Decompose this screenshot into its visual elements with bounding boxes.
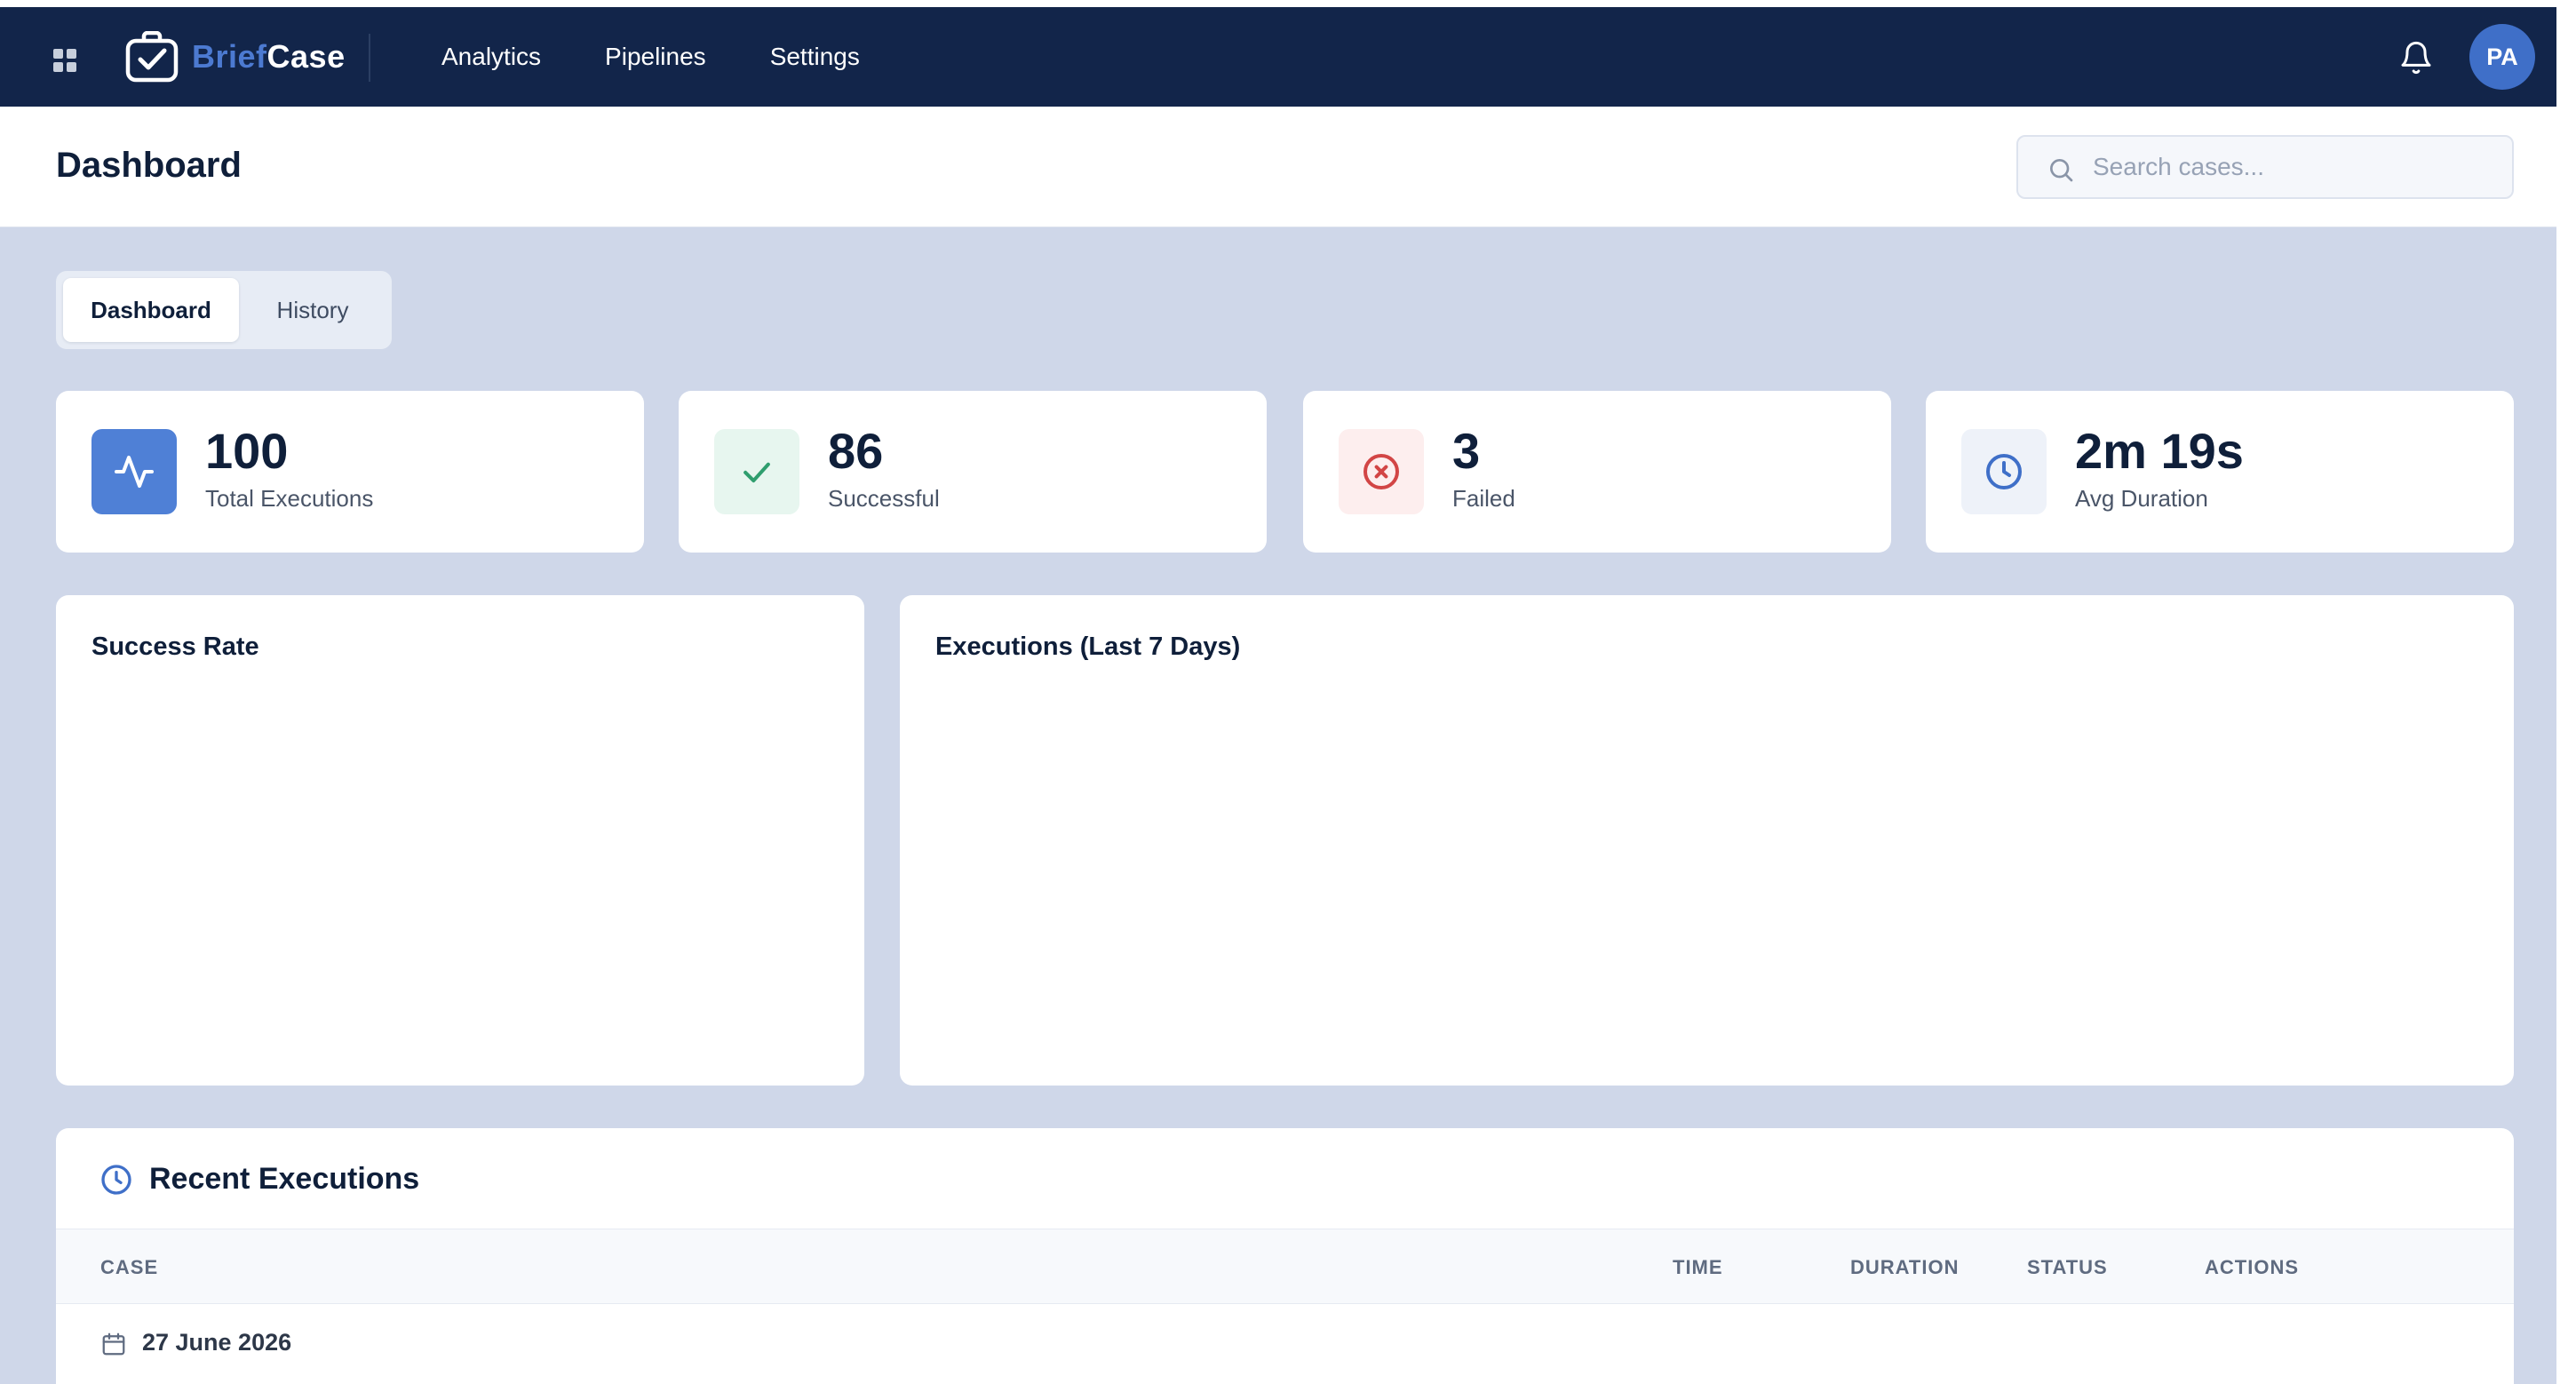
stat-label: Failed — [1452, 485, 1515, 512]
column-time[interactable]: TIME — [1673, 1256, 1723, 1279]
column-status[interactable]: STATUS — [2027, 1256, 2108, 1279]
apps-grid-icon[interactable] — [53, 49, 76, 72]
recent-header: Recent Executions — [56, 1128, 2514, 1229]
window-top-edge — [0, 0, 2576, 7]
x-circle-icon — [1339, 429, 1424, 514]
stat-value: 100 — [205, 423, 289, 479]
top-nav: BriefCase Analytics Pipelines Settings P… — [0, 7, 2572, 107]
column-duration[interactable]: DURATION — [1850, 1256, 1959, 1279]
view-tabs: Dashboard History — [56, 271, 392, 349]
nav-divider — [369, 34, 370, 82]
stat-card-total: 100 Total Executions — [56, 391, 644, 553]
tab-dashboard[interactable]: Dashboard — [63, 278, 239, 342]
stat-card-avg-duration: 2m 19s Avg Duration — [1926, 391, 2514, 553]
success-rate-panel: Success Rate — [56, 595, 864, 1086]
nav-analytics[interactable]: Analytics — [441, 43, 541, 71]
search-box[interactable] — [2016, 135, 2514, 199]
brand-name: BriefCase — [192, 38, 346, 75]
stat-label: Successful — [828, 485, 940, 512]
stat-card-failed: 3 Failed — [1303, 391, 1891, 553]
page-header: Dashboard — [0, 107, 2572, 227]
bell-icon[interactable] — [2398, 39, 2434, 81]
check-icon — [714, 429, 799, 514]
nav-links: Analytics Pipelines Settings — [441, 7, 860, 107]
search-input[interactable] — [2093, 137, 2501, 197]
stat-label: Total Executions — [205, 485, 374, 512]
window-right-edge — [2556, 0, 2576, 1384]
tab-history[interactable]: History — [246, 278, 379, 342]
clock-icon — [101, 1165, 131, 1195]
nav-pipelines[interactable]: Pipelines — [605, 43, 706, 71]
recent-executions: Recent Executions CASE TIME DURATION STA… — [56, 1128, 2514, 1384]
date-group-label: 27 June 2026 — [142, 1329, 292, 1356]
column-actions[interactable]: ACTIONS — [2205, 1256, 2299, 1279]
activity-icon — [91, 429, 177, 514]
stat-card-successful: 86 Successful — [679, 391, 1267, 553]
avatar[interactable]: PA — [2469, 24, 2535, 90]
executions-panel: Executions (Last 7 Days) — [900, 595, 2514, 1086]
date-group-row[interactable]: 27 June 2026 — [56, 1304, 2514, 1384]
panel-title: Executions (Last 7 Days) — [935, 632, 1241, 661]
stat-value: 86 — [828, 423, 884, 479]
calendar-icon — [102, 1332, 125, 1356]
stat-value: 2m 19s — [2075, 423, 2244, 479]
table-header: CASE TIME DURATION STATUS ACTIONS — [56, 1229, 2514, 1304]
page-title: Dashboard — [56, 146, 242, 185]
stat-value: 3 — [1452, 423, 1481, 479]
clock-icon — [1961, 429, 2047, 514]
panel-title: Success Rate — [91, 632, 259, 661]
column-case[interactable]: CASE — [100, 1256, 158, 1279]
briefcase-check-icon — [124, 31, 179, 83]
stat-label: Avg Duration — [2075, 485, 2208, 512]
search-icon — [2050, 159, 2073, 182]
recent-title: Recent Executions — [149, 1162, 420, 1196]
app-frame: BriefCase Analytics Pipelines Settings P… — [0, 0, 2572, 1384]
nav-settings[interactable]: Settings — [770, 43, 860, 71]
brand-logo[interactable]: BriefCase — [124, 27, 346, 87]
